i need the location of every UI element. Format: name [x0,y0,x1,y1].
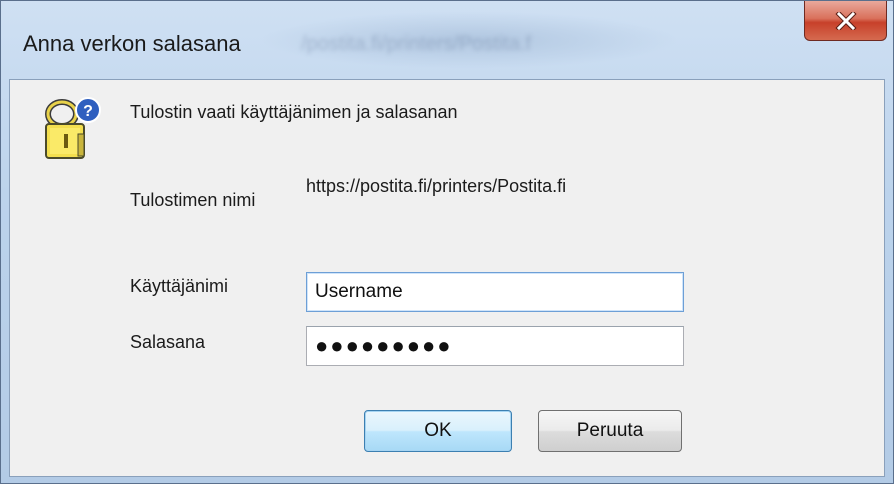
password-field[interactable]: ●●●●●●●●● [306,326,684,366]
printer-name-label: Tulostimen nimi [130,190,256,210]
username-field[interactable]: Username [306,272,684,312]
cancel-button[interactable]: Peruuta [538,410,682,452]
window-title: Anna verkon salasana [23,31,241,56]
close-button[interactable] [804,1,887,41]
username-label: Käyttäjänimi [130,276,229,296]
background-window-text: /postita.fi/printers/Postita.f [301,33,532,55]
title-bar[interactable]: /postita.fi/printers/Postita.f Anna verk… [1,1,893,79]
printer-name-value: https://postita.fi/printers/Postita.fi [306,176,567,196]
ok-button[interactable]: OK [364,410,512,452]
dialog-content: ? Tulostin vaati käyttäjänimen ja salasa… [9,79,885,477]
keys-help-icon: ? [40,94,104,169]
dialog-window: /postita.fi/printers/Postita.f Anna verk… [0,0,894,484]
password-label: Salasana [130,332,206,352]
svg-text:?: ? [83,103,93,120]
prompt-text: Tulostin vaati käyttäjänimen ja salasana… [130,102,458,122]
close-icon [834,11,857,30]
